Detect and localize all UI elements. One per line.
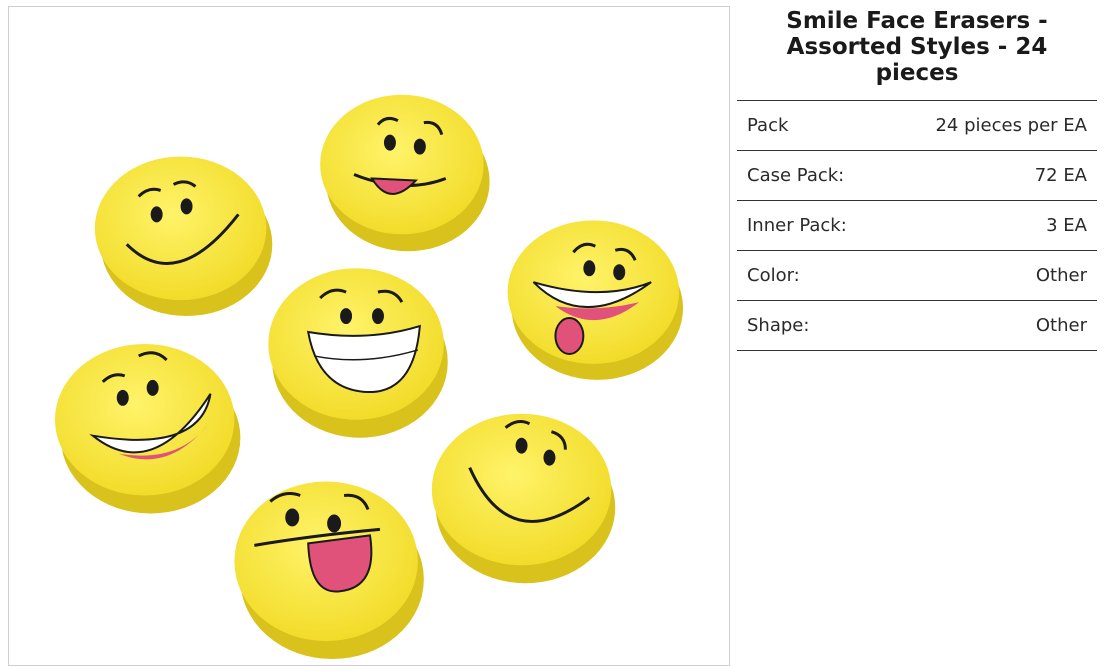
eraser-smile-big-laugh xyxy=(507,220,684,380)
eraser-smile-wide xyxy=(431,413,616,584)
spec-value-color: Other xyxy=(1035,265,1087,286)
product-title: Smile Face Erasers - Assorted Styles - 2… xyxy=(786,8,1048,86)
eraser-smile-tongue-out xyxy=(234,481,424,660)
table-row: Case Pack: 72 EA xyxy=(737,150,1097,201)
spec-label-color: Color: xyxy=(747,265,800,286)
product-image xyxy=(8,6,730,666)
spec-value-shape: Other xyxy=(1035,315,1087,336)
eraser-smile-toothy xyxy=(268,268,448,438)
spec-value-case-pack: 72 EA xyxy=(1034,165,1087,186)
smiley-erasers-photo xyxy=(54,94,684,660)
spec-label-pack: Pack xyxy=(747,115,789,136)
spec-table: Pack 24 pieces per EA Case Pack: 72 EA I… xyxy=(737,100,1097,351)
spec-label-shape: Shape: xyxy=(747,315,810,336)
eraser-smile-grin xyxy=(54,343,241,514)
table-row: Shape: Other xyxy=(737,300,1097,351)
product-info-panel: Smile Face Erasers - Assorted Styles - 2… xyxy=(737,0,1097,351)
table-row: Inner Pack: 3 EA xyxy=(737,200,1097,251)
table-row: Pack 24 pieces per EA xyxy=(737,100,1097,151)
table-row: Color: Other xyxy=(737,250,1097,301)
spec-label-case-pack: Case Pack: xyxy=(747,165,845,186)
spec-label-inner-pack: Inner Pack: xyxy=(747,215,847,236)
eraser-smile-classic xyxy=(94,156,273,317)
eraser-smile-tongue-small xyxy=(320,94,490,252)
spec-value-inner-pack: 3 EA xyxy=(1046,215,1087,236)
spec-value-pack: 24 pieces per EA xyxy=(935,115,1087,136)
